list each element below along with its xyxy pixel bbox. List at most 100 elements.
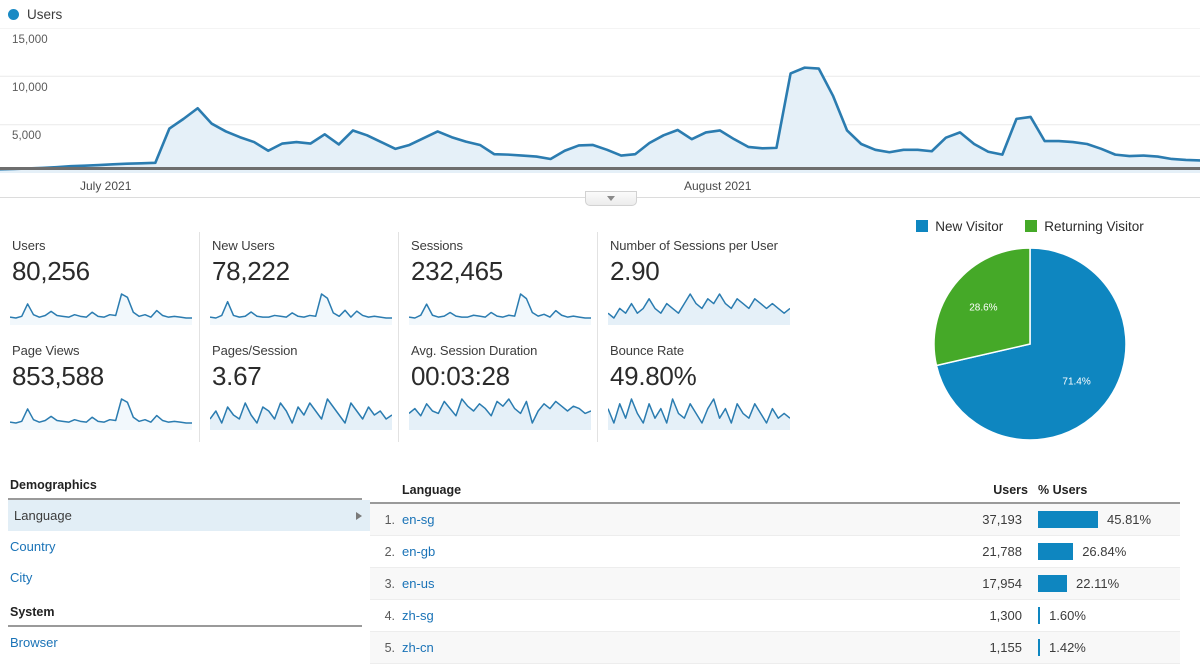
chevron-down-icon xyxy=(607,196,615,201)
metric-sparkline xyxy=(409,396,591,430)
row-language-cell: zh-cn xyxy=(402,640,936,655)
sidebar-item-city[interactable]: City xyxy=(8,562,362,593)
table-row[interactable]: 2. en-gb 21,788 26.84% xyxy=(370,536,1180,568)
metric-value: 78,222 xyxy=(212,256,290,286)
row-language-link[interactable]: zh-sg xyxy=(402,608,434,623)
metric-sparkline xyxy=(210,396,392,430)
row-pct-value: 1.60% xyxy=(1049,608,1086,623)
metric-sparkline xyxy=(10,396,192,430)
row-users-value: 37,193 xyxy=(982,512,1022,527)
row-pct-cell: 1.42% xyxy=(1028,639,1180,656)
metric-sparkline xyxy=(210,291,392,325)
metric-value: 853,588 xyxy=(12,361,104,391)
table-row[interactable]: 1. en-sg 37,193 45.81% xyxy=(370,504,1180,536)
chart-collapse-handle[interactable] xyxy=(585,191,637,206)
row-language-cell: en-sg xyxy=(402,512,936,527)
row-pct-cell: 26.84% xyxy=(1028,543,1180,560)
row-users-value: 1,155 xyxy=(989,640,1022,655)
metric-title: Sessions xyxy=(411,238,463,253)
metric-card-page-views[interactable]: Page Views 853,588 xyxy=(0,337,199,442)
row-rank: 2. xyxy=(384,544,395,559)
metric-card-bounce-rate[interactable]: Bounce Rate 49.80% xyxy=(597,337,796,442)
sidebar-item-label: Browser xyxy=(10,635,58,650)
row-language-link[interactable]: en-gb xyxy=(402,544,435,559)
header-pct-users[interactable]: % Users xyxy=(1028,483,1180,497)
metric-value: 3.67 xyxy=(212,361,262,391)
metric-card-users[interactable]: Users 80,256 xyxy=(0,232,199,337)
metric-title: Avg. Session Duration xyxy=(411,343,538,358)
pie-graphic: 71.4% 28.6% xyxy=(860,244,1200,444)
row-pct-bar xyxy=(1038,639,1040,656)
pie-legend-returning-visitor[interactable]: Returning Visitor xyxy=(1025,219,1144,234)
row-pct-cell: 22.11% xyxy=(1028,575,1180,592)
row-pct-bar xyxy=(1038,575,1067,592)
metric-sparkline xyxy=(409,291,591,325)
metric-value: 80,256 xyxy=(12,256,90,286)
sidebar-item-label: Language xyxy=(14,508,72,523)
row-users-value: 1,300 xyxy=(989,608,1022,623)
returning-visitor-swatch xyxy=(1025,220,1038,232)
row-rank: 3. xyxy=(384,576,395,591)
row-rank: 1. xyxy=(384,512,395,527)
chart-x-axis xyxy=(0,167,1200,170)
sidebar-item-label: City xyxy=(10,570,33,585)
metric-sparkline xyxy=(608,291,790,325)
metric-sparkline xyxy=(10,291,192,325)
metric-value: 2.90 xyxy=(610,256,660,286)
header-users[interactable]: Users xyxy=(936,483,1028,497)
sidebar-item-language[interactable]: Language xyxy=(8,500,370,531)
metric-title: Users xyxy=(12,238,46,253)
row-users-value: 21,788 xyxy=(982,544,1022,559)
metric-card-number-of-sessions-per-user[interactable]: Number of Sessions per User 2.90 xyxy=(597,232,796,337)
row-language-cell: zh-sg xyxy=(402,608,936,623)
metric-title: Page Views xyxy=(12,343,80,358)
table-row[interactable]: 4. zh-sg 1,300 1.60% xyxy=(370,600,1180,632)
table-row[interactable]: 3. en-us 17,954 22.11% xyxy=(370,568,1180,600)
row-pct-value: 22.11% xyxy=(1076,576,1120,591)
row-language-link[interactable]: en-us xyxy=(402,576,435,591)
svg-text:71.4%: 71.4% xyxy=(1062,377,1090,388)
users-legend-dot xyxy=(8,9,19,20)
new-visitor-swatch xyxy=(916,220,929,232)
sidebar-item-browser[interactable]: Browser xyxy=(8,627,362,658)
metric-cards-region: Users 80,256 New Users 78,222 Sessions 232,46… xyxy=(0,232,810,442)
metric-value: 00:03:28 xyxy=(411,361,510,391)
chart-legend: Users xyxy=(8,7,62,22)
chart-plot-area xyxy=(0,28,1200,173)
metric-card-sessions[interactable]: Sessions 232,465 xyxy=(398,232,597,337)
row-pct-value: 1.42% xyxy=(1049,640,1086,655)
metric-title: Pages/Session xyxy=(212,343,298,358)
users-legend-label: Users xyxy=(27,7,63,22)
users-trend-chart: Users 15,000 10,000 5,000 July 2021 Augu… xyxy=(0,0,1200,212)
row-language-cell: en-gb xyxy=(402,544,936,559)
dimension-sidebar: Demographics Language Country City System Bro… xyxy=(0,478,370,657)
row-rank: 4. xyxy=(384,608,395,623)
metric-row-2: Page Views 853,588 Pages/Session 3.67 Avg. S… xyxy=(0,337,810,442)
metric-value: 232,465 xyxy=(411,256,503,286)
row-pct-cell: 45.81% xyxy=(1028,511,1180,528)
language-table: Language Users % Users 1. en-sg 37,193 45.8… xyxy=(370,478,1180,664)
table-row[interactable]: 5. zh-cn 1,155 1.42% xyxy=(370,632,1180,664)
sidebar-item-label: Country xyxy=(10,539,56,554)
metric-value: 49.80% xyxy=(610,361,697,391)
table-body: 1. en-sg 37,193 45.81% 2. en-gb 21,788 26.84% 3.… xyxy=(370,504,1180,664)
metric-sparkline xyxy=(608,396,790,430)
new-visitor-label: New Visitor xyxy=(935,218,1004,234)
metric-card-new-users[interactable]: New Users 78,222 xyxy=(199,232,398,337)
dimension-group-title-demographics: Demographics xyxy=(8,478,362,500)
metric-row-1: Users 80,256 New Users 78,222 Sessions 232,46… xyxy=(0,232,810,337)
row-language-cell: en-us xyxy=(402,576,936,591)
row-pct-value: 45.81% xyxy=(1107,512,1152,527)
metric-title: New Users xyxy=(212,238,275,253)
svg-text:28.6%: 28.6% xyxy=(969,302,997,313)
metric-card-avg-session-duration[interactable]: Avg. Session Duration 00:03:28 xyxy=(398,337,597,442)
row-users-value: 17,954 xyxy=(982,576,1022,591)
header-language[interactable]: Language xyxy=(402,483,936,497)
row-language-link[interactable]: zh-cn xyxy=(402,640,434,655)
dimension-explorer: Demographics Language Country City System Bro… xyxy=(0,478,1200,664)
row-language-link[interactable]: en-sg xyxy=(402,512,435,527)
sidebar-item-country[interactable]: Country xyxy=(8,531,362,562)
pie-legend-new-visitor[interactable]: New Visitor xyxy=(916,219,1003,234)
metric-card-pages-session[interactable]: Pages/Session 3.67 xyxy=(199,337,398,442)
dimension-group-title-system: System xyxy=(8,605,362,627)
